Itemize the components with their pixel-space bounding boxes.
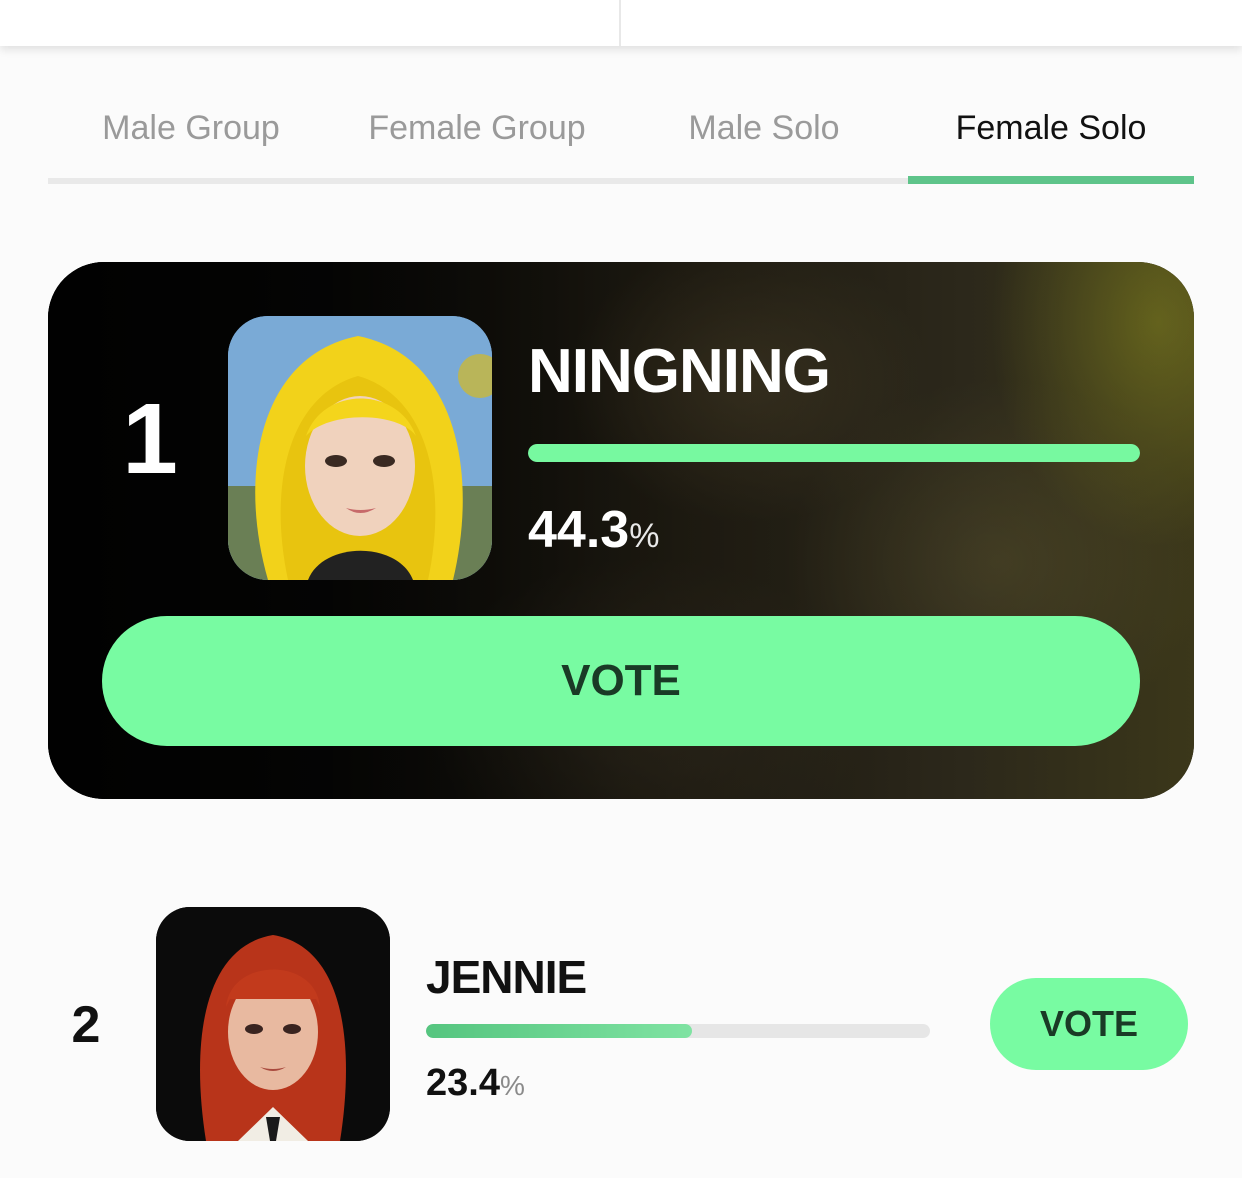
vote-button[interactable]: VOTE <box>990 978 1188 1070</box>
top-bar-divider <box>619 0 621 46</box>
top-bar <box>0 0 1242 46</box>
vote-percentage: 44.3% <box>528 500 659 560</box>
rank-number: 1 <box>122 383 178 495</box>
tab-male-solo[interactable]: Male Solo <box>621 78 907 178</box>
vote-progress-fill <box>528 444 1140 462</box>
vote-button[interactable]: VOTE <box>102 616 1140 746</box>
vote-progress-bar <box>528 444 1140 462</box>
vote-percentage-unit: % <box>499 1070 525 1101</box>
category-tabs: Male Group Female Group Male Solo Female… <box>48 78 1194 184</box>
avatar-portrait-image <box>156 907 390 1141</box>
tab-female-solo[interactable]: Female Solo <box>908 78 1194 178</box>
avatar-portrait-image <box>228 316 492 580</box>
ranking-list-item: 2 JENNIE 23.4% VOTE <box>0 880 1242 1170</box>
vote-percentage: 23.4% <box>426 1062 525 1105</box>
vote-percentage-value: 44.3 <box>528 501 630 559</box>
tab-male-group[interactable]: Male Group <box>48 78 334 178</box>
vote-progress-bar <box>426 1024 930 1038</box>
vote-percentage-unit: % <box>629 517 660 555</box>
tab-female-group[interactable]: Female Group <box>334 78 620 178</box>
artist-avatar <box>156 907 390 1141</box>
artist-name: NINGNING <box>528 337 831 406</box>
rank-number: 2 <box>71 996 101 1054</box>
top-ranked-card: 1 NINGNING 44.3% VOTE <box>48 262 1194 799</box>
active-tab-indicator <box>908 176 1194 184</box>
artist-avatar <box>228 316 492 580</box>
vote-progress-fill <box>426 1024 693 1038</box>
artist-name: JENNIE <box>426 951 587 1003</box>
vote-percentage-value: 23.4 <box>426 1062 500 1104</box>
